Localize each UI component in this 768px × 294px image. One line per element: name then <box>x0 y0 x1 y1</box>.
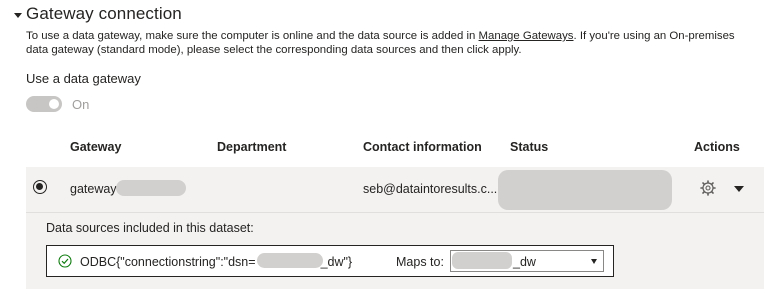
gateway-radio[interactable] <box>33 180 47 194</box>
select-arrow-icon <box>591 259 597 264</box>
use-gateway-label: Use a data gateway <box>26 71 141 86</box>
radio-selected-dot <box>36 183 43 190</box>
gateway-name: gateway <box>70 182 117 196</box>
redacted-gateway-name <box>116 180 186 196</box>
gateway-connection-header[interactable]: Gateway connection <box>14 4 182 24</box>
redacted-status <box>498 170 672 210</box>
toggle-state-label: On <box>72 97 90 112</box>
maps-to-label: Maps to: <box>396 255 444 269</box>
section-title: Gateway connection <box>26 4 182 23</box>
collapse-triangle-icon <box>14 12 22 18</box>
header-contact: Contact information <box>363 140 482 154</box>
header-department: Department <box>217 140 287 154</box>
header-actions: Actions <box>694 140 740 154</box>
chevron-down-icon[interactable] <box>734 186 744 192</box>
check-circle-icon <box>58 254 72 268</box>
gateway-contact: seb@dataintoresults.c... <box>363 182 498 196</box>
maps-to-value: _dw <box>513 255 536 269</box>
redacted-maps-value <box>452 252 512 269</box>
section-description: To use a data gateway, make sure the com… <box>26 30 735 56</box>
toggle-knob <box>49 99 59 109</box>
redacted-dsn <box>257 253 323 268</box>
gear-icon[interactable] <box>700 180 716 196</box>
header-gateway: Gateway <box>70 140 122 154</box>
manage-gateways-link[interactable]: Manage Gateways <box>479 30 574 42</box>
use-gateway-toggle[interactable] <box>26 96 62 112</box>
data-sources-label: Data sources included in this dataset: <box>46 221 254 235</box>
header-status: Status <box>510 140 549 154</box>
